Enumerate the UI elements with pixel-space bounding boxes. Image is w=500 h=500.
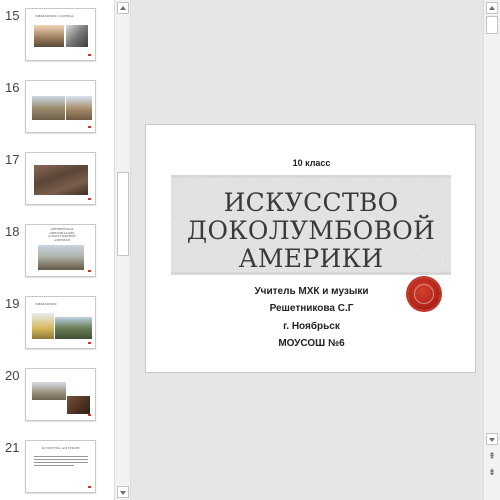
slide-thumbnail[interactable] (25, 80, 96, 133)
thumbnail-mark (88, 270, 91, 272)
slide-editor: 10 класс ИСКУССТВО ДОКОЛУМБОВОЙ АМЕРИКИ … (131, 0, 483, 500)
chevron-down-icon[interactable] (117, 486, 129, 498)
slide-number: 21 (5, 440, 20, 455)
thumbnail-text-line (34, 456, 88, 457)
thumbnail-image (66, 25, 88, 47)
double-chevron-up-icon[interactable]: ⇞ (486, 451, 498, 463)
thumbnail-title: ПИРАМИДЫ СОЛНЦА (35, 14, 74, 18)
thumbnail-mark (88, 414, 91, 416)
thumbnail-mark (88, 54, 91, 56)
thumbnail-image (34, 25, 64, 47)
author-line: г. Ноябрьск (283, 321, 340, 332)
slide-number: 19 (5, 296, 20, 311)
thumbnail-text-line (34, 465, 74, 466)
thumbnail-image (66, 96, 92, 120)
thumbnail-image (32, 96, 65, 120)
chevron-up-icon[interactable] (486, 2, 498, 14)
thumbnail-title: ДРЕВНЕЙШАЯ ЦИВИЛИЗАЦИЯ ДОКОЛУМБОВОЙ АМЕР… (48, 227, 76, 242)
author-line: Учитель МХК и музыки (254, 286, 369, 297)
thumbnail-mark (88, 126, 91, 128)
chevron-up-icon[interactable] (117, 2, 129, 14)
thumbnail-image (34, 165, 88, 195)
slide-thumbnail[interactable] (25, 152, 96, 205)
thumbnail-title: КУЛЬТУРА АЦТЕКОВ (42, 446, 80, 450)
thumbnail-row[interactable]: 19 ПИРАМИДЫ (0, 296, 114, 352)
thumbnail-image (67, 396, 90, 414)
thumbnail-row[interactable]: 17 (0, 152, 114, 208)
thumbnail-mark (88, 198, 91, 200)
presentation-window: 15 ПИРАМИДЫ СОЛНЦА 16 17 18 ДРЕВНЕЙШАЯ Ц… (0, 0, 500, 500)
slide-thumbnail[interactable] (25, 368, 96, 421)
slide-thumbnail[interactable]: ПИРАМИДЫ (25, 296, 96, 349)
slide-number: 15 (5, 8, 20, 23)
slide-grade: 10 класс (292, 158, 331, 168)
current-slide[interactable]: 10 класс ИСКУССТВО ДОКОЛУМБОВОЙ АМЕРИКИ … (145, 124, 476, 373)
slide-thumbnail[interactable]: ПИРАМИДЫ СОЛНЦА (25, 8, 96, 61)
slide-thumbnail[interactable]: ДРЕВНЕЙШАЯ ЦИВИЛИЗАЦИЯ ДОКОЛУМБОВОЙ АМЕР… (25, 224, 96, 277)
slide-scrollbar[interactable]: ⇞ ⇟ (483, 0, 500, 500)
thumbnail-image (32, 313, 54, 339)
thumbnail-image (38, 245, 84, 270)
slide-number: 18 (5, 224, 20, 239)
slide-thumbnail-pane: 15 ПИРАМИДЫ СОЛНЦА 16 17 18 ДРЕВНЕЙШАЯ Ц… (0, 0, 114, 500)
thumbnail-row[interactable]: 20 (0, 368, 114, 424)
slide-number: 17 (5, 152, 20, 167)
title-line: АМЕРИКИ (238, 244, 384, 273)
thumbnail-text-line (34, 462, 88, 463)
thumbnail-mark (88, 486, 91, 488)
thumbnail-row[interactable]: 18 ДРЕВНЕЙШАЯ ЦИВИЛИЗАЦИЯ ДОКОЛУМБОВОЙ А… (0, 224, 114, 280)
slide-number: 20 (5, 368, 20, 383)
scrollbar-thumb[interactable] (117, 172, 129, 256)
title-banner: ИСКУССТВО ДОКОЛУМБОВОЙ АМЕРИКИ (171, 175, 451, 275)
title-line: ИСКУССТВО (223, 188, 399, 217)
slide-thumbnail[interactable]: КУЛЬТУРА АЦТЕКОВ (25, 440, 96, 493)
thumbnail-image (55, 317, 92, 339)
thumbnail-row[interactable]: 16 (0, 80, 114, 136)
thumbnail-scrollbar[interactable] (114, 0, 131, 500)
double-chevron-down-icon[interactable]: ⇟ (486, 467, 498, 479)
thumbnail-image (32, 382, 66, 400)
author-line: Решетникова С.Г (269, 303, 354, 314)
slide-number: 16 (5, 80, 20, 95)
author-line: МОУСОШ №6 (278, 338, 345, 349)
title-line: ДОКОЛУМБОВОЙ (186, 216, 436, 245)
thumbnail-title: ПИРАМИДЫ (35, 302, 57, 306)
chevron-down-icon[interactable] (486, 433, 498, 445)
thumbnail-row[interactable]: 15 ПИРАМИДЫ СОЛНЦА (0, 8, 114, 64)
thumbnail-row[interactable]: 21 КУЛЬТУРА АЦТЕКОВ (0, 440, 114, 496)
thumbnail-text-line (34, 459, 88, 460)
scrollbar-thumb[interactable] (486, 16, 498, 34)
thumbnail-mark (88, 342, 91, 344)
